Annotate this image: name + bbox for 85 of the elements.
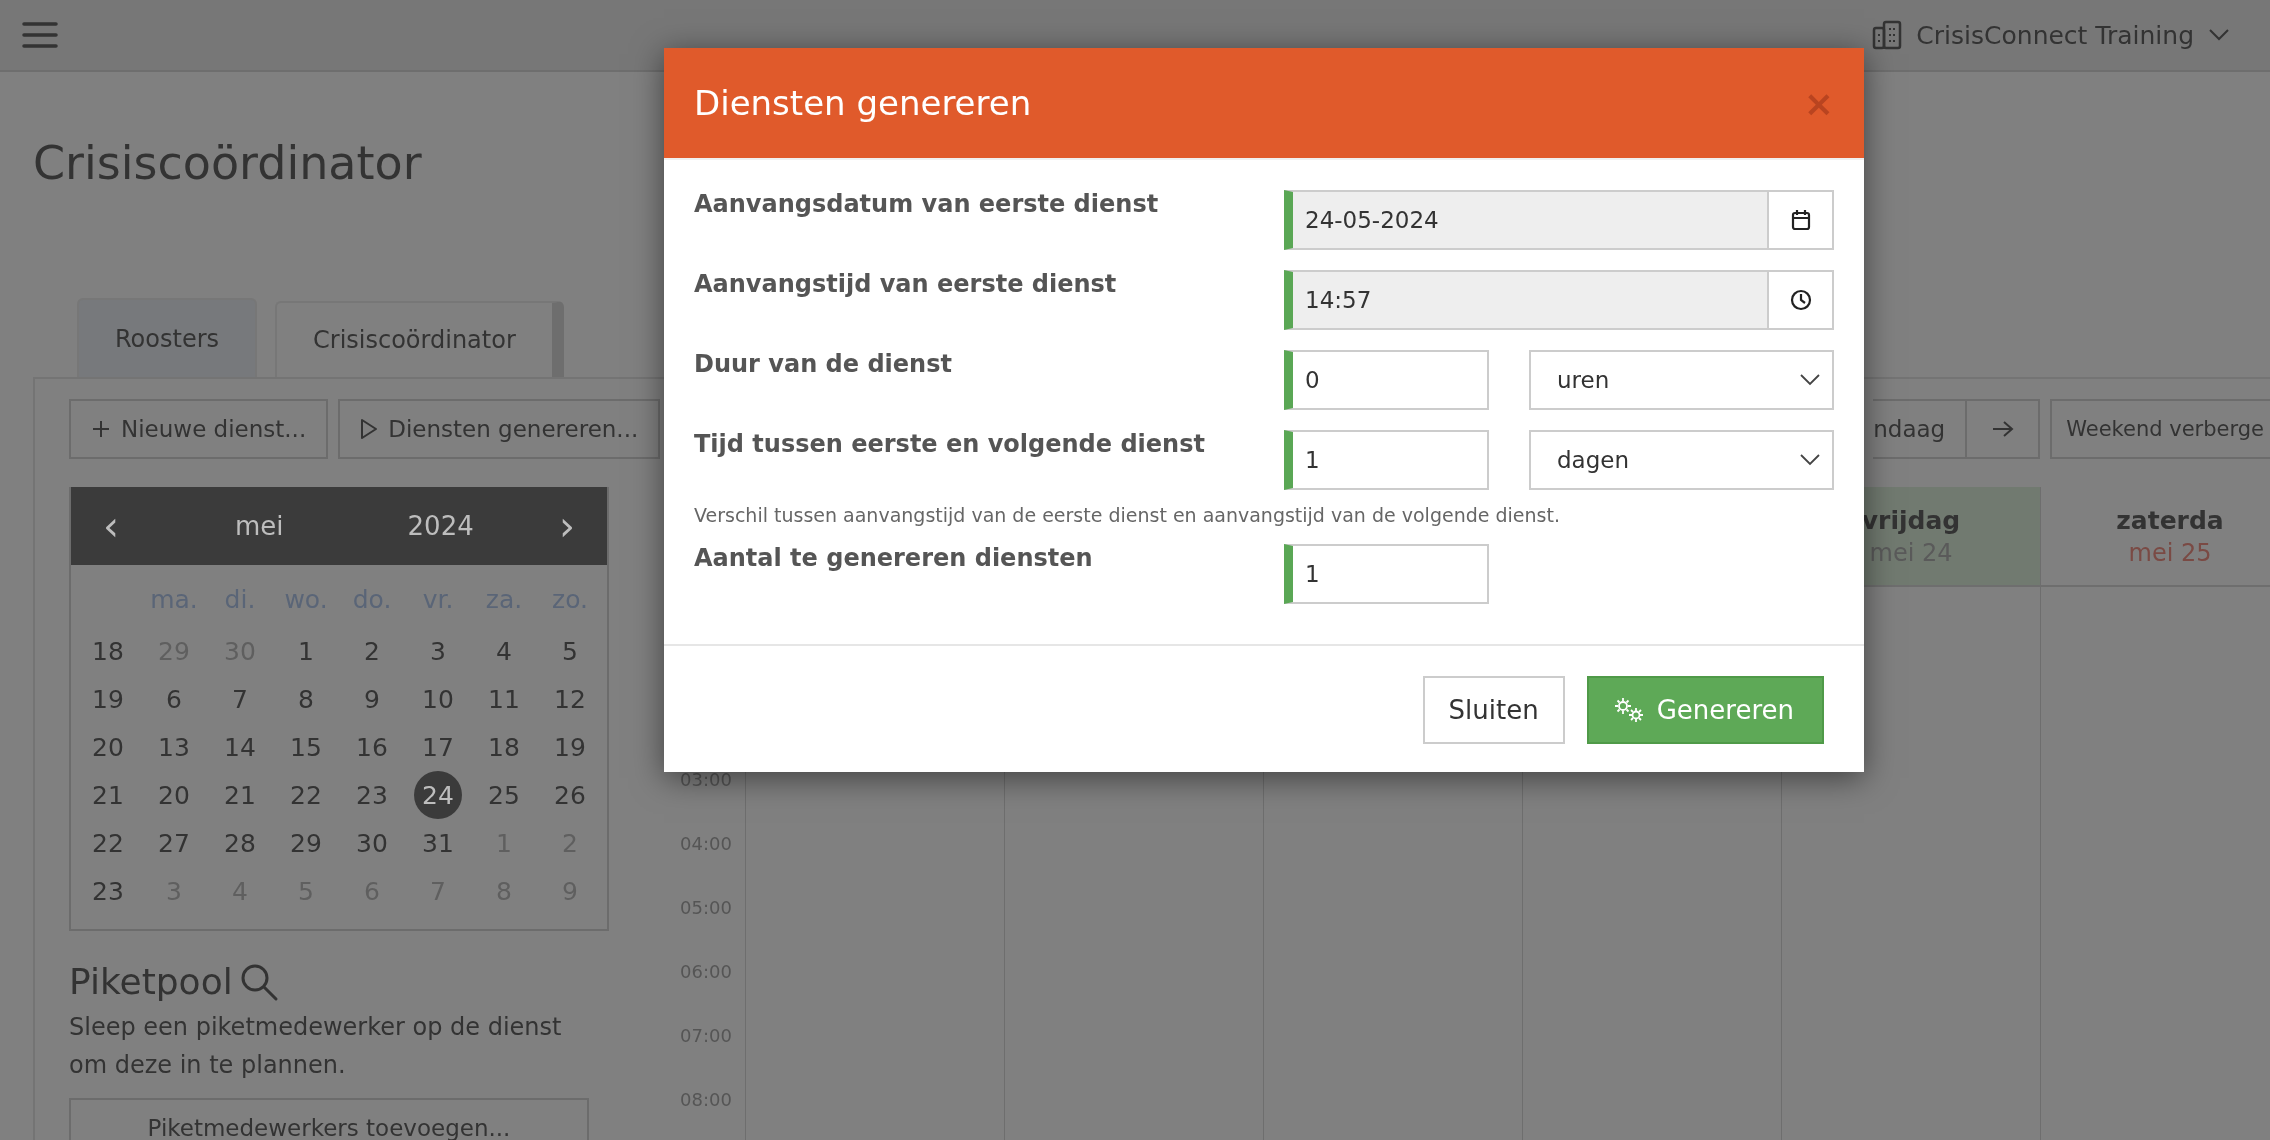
calendar-day[interactable]: 27 — [141, 819, 207, 867]
week-number: 20 — [91, 731, 125, 764]
week-number: 18 — [91, 635, 125, 668]
calendar-day[interactable]: 17 — [405, 723, 471, 771]
toolbar-button[interactable]: ndaag — [1873, 399, 1966, 459]
chevron-down-icon — [2208, 28, 2230, 42]
calendar-day[interactable]: 24 — [414, 771, 462, 819]
unit-dropdown[interactable]: uren — [1529, 350, 1834, 410]
calendar-day[interactable]: 21 — [207, 771, 273, 819]
tab[interactable]: Crisiscoördinator — [275, 301, 564, 377]
week-number: 23 — [91, 875, 125, 908]
generate-button[interactable]: Genereren — [1586, 676, 1824, 744]
section-title: Piketpool — [69, 961, 233, 1002]
unit-dropdown[interactable]: dagen — [1529, 430, 1834, 490]
calendar-day[interactable]: 9 — [339, 675, 405, 723]
field-label: Tijd tussen eerste en volgende dienst — [694, 430, 1206, 460]
calendar-day[interactable]: 2 — [339, 627, 405, 675]
gears-icon — [1612, 696, 1645, 724]
calendar-day[interactable]: 7 — [207, 675, 273, 723]
description-text: Sleep een piketmedewerker op de dienst om deze in te plannen. — [69, 1012, 563, 1081]
input-field[interactable]: 1 — [1284, 430, 1489, 490]
calendar-day[interactable]: 6 — [141, 675, 207, 723]
clock-button[interactable] — [1769, 270, 1834, 330]
calendar-day[interactable]: 31 — [405, 819, 471, 867]
organisation-selector[interactable]: CrisisConnect Training — [1872, 20, 2248, 50]
toolbar-button[interactable]: Diensten genereren... — [338, 399, 661, 459]
clock-icon — [1789, 289, 1812, 311]
input-field[interactable]: 0 — [1284, 350, 1489, 410]
calendar-day[interactable]: 3 — [405, 627, 471, 675]
previous-month-button[interactable]: ‹ — [99, 503, 123, 549]
calendar-day[interactable]: 28 — [207, 819, 273, 867]
calendar-day[interactable]: 8 — [273, 675, 339, 723]
week-number: 19 — [91, 683, 125, 716]
calendar-day[interactable]: 12 — [537, 675, 603, 723]
chevron-down-icon — [1800, 374, 1820, 386]
calendar-day[interactable]: 4 — [471, 627, 537, 675]
calendar-day[interactable]: 30 — [339, 819, 405, 867]
toolbar-button[interactable]: Nieuwe dienst... — [69, 399, 329, 459]
plus-icon — [91, 419, 111, 439]
field-label: Aantal te genereren diensten — [694, 544, 1094, 574]
calendar-day[interactable]: 23 — [339, 771, 405, 819]
calendar-day[interactable]: 26 — [537, 771, 603, 819]
calendar-icon — [1790, 209, 1811, 231]
calendar-day[interactable]: 10 — [405, 675, 471, 723]
calendar-day[interactable]: 29 — [273, 819, 339, 867]
calendar-day[interactable]: 15 — [273, 723, 339, 771]
toolbar-button[interactable]: Weekend verberge — [2050, 399, 2270, 459]
organisation-name: CrisisConnect Training — [1916, 20, 2194, 50]
input-field[interactable]: 14:57 — [1284, 270, 1769, 330]
week-number: 21 — [91, 779, 125, 812]
play-icon — [360, 418, 379, 440]
field-label: Aanvangstijd van eerste dienst — [694, 270, 1118, 300]
day-date: mei 25 — [2128, 538, 2212, 567]
building-icon — [1872, 20, 1903, 50]
help-text: Verschil tussen aanvangstijd van de eerste dienst en aanvangstijd van de volgende dienst. — [694, 504, 1561, 526]
menu-icon — [22, 20, 58, 50]
week-number: 22 — [91, 827, 125, 860]
input-field[interactable]: 24-05-2024 — [1284, 190, 1769, 250]
dialog-title: Diensten genereren — [694, 83, 1032, 123]
month-label[interactable]: mei — [235, 511, 284, 541]
chevron-down-icon — [1800, 454, 1820, 466]
calendar-day[interactable]: 5 — [537, 627, 603, 675]
close-dialog-button[interactable]: Sluiten — [1422, 676, 1565, 744]
calendar-day[interactable]: 13 — [141, 723, 207, 771]
day-name: vrijdag — [1861, 505, 1961, 535]
calendar-day[interactable]: 20 — [141, 771, 207, 819]
calendar-day[interactable]: 22 — [273, 771, 339, 819]
calendar-day[interactable]: 1 — [273, 627, 339, 675]
add-employees-button[interactable]: Piketmedewerkers toevoegen... — [69, 1098, 589, 1140]
calendar-button[interactable] — [1769, 190, 1834, 250]
page-title: Crisiscoördinator — [33, 135, 422, 192]
calendar-day[interactable]: 25 — [471, 771, 537, 819]
tab[interactable]: Roosters — [77, 298, 257, 377]
year-label[interactable]: 2024 — [407, 511, 474, 541]
field-label: Duur van de dienst — [694, 350, 953, 380]
calendar-day[interactable]: 14 — [207, 723, 273, 771]
calendar-day[interactable]: 16 — [339, 723, 405, 771]
field-label: Aanvangsdatum van eerste dienst — [694, 190, 1160, 220]
arrow-right-icon — [1990, 419, 2015, 439]
next-month-button[interactable]: › — [555, 503, 579, 549]
calendar-day[interactable]: 19 — [537, 723, 603, 771]
calendar-day[interactable]: 18 — [471, 723, 537, 771]
calendar-day[interactable]: 11 — [471, 675, 537, 723]
day-name: zaterda — [2116, 505, 2224, 535]
input-field[interactable]: 1 — [1284, 544, 1489, 604]
